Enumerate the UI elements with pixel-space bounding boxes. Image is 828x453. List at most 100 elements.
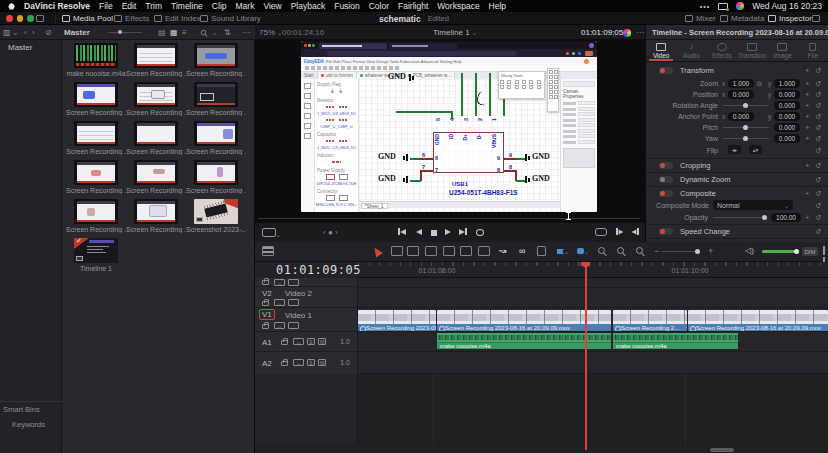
zoom-y-field[interactable]: 1.000 — [774, 79, 800, 88]
menu-help[interactable]: Help — [489, 1, 506, 11]
timeline-clip-v1-4[interactable]: Screen Recording 2023-08-16 at 20.09.09.… — [688, 310, 828, 331]
tab-transition[interactable]: Transition — [737, 40, 767, 61]
anchor-y-field[interactable]: 0.000 — [774, 112, 800, 121]
opacity-reset-icon[interactable]: ↺ — [815, 212, 821, 223]
media-item[interactable]: Screen Recording ... — [66, 199, 126, 233]
tab-file[interactable]: File — [798, 40, 828, 61]
media-item[interactable]: Screenshot 2023-... — [186, 199, 246, 233]
dynamic-zoom-section[interactable]: Dynamic Zoom ↺ — [646, 173, 828, 186]
go-to-end-button[interactable] — [459, 228, 467, 238]
zoom-x-field[interactable]: 1.000 — [728, 79, 754, 88]
step-back-button[interactable] — [416, 228, 422, 238]
inspector-more-icon[interactable]: ⋯ — [817, 28, 825, 37]
selection-tool-icon[interactable] — [373, 247, 381, 258]
zoom-in-icon[interactable]: + — [708, 246, 713, 256]
insert-clip-icon[interactable] — [443, 246, 455, 258]
media-item[interactable]: Screen Recording ... — [186, 82, 246, 116]
position-reset-icon[interactable]: ↺ — [815, 89, 821, 100]
media-item[interactable]: Screen Recording ... — [186, 43, 246, 77]
media-item[interactable]: Screen Recording ... — [66, 82, 126, 116]
anchor-keyframe-icon[interactable]: + — [805, 111, 810, 122]
thumb-size-slider[interactable] — [108, 32, 142, 33]
speed-change-toggle[interactable] — [659, 228, 673, 235]
media-item[interactable]: Screen Recording ... — [126, 43, 186, 77]
zoom-keyframe-icon[interactable]: + — [805, 78, 810, 89]
cropping-section[interactable]: Cropping + ↺ — [646, 159, 828, 172]
zoom-link-icon[interactable]: ⧉ — [757, 78, 762, 89]
speed-change-reset-icon[interactable]: ↺ — [815, 225, 821, 238]
back-icon[interactable]: ‹ — [24, 28, 27, 37]
menu-clip[interactable]: Clip — [212, 1, 227, 11]
menu-color[interactable]: Color — [369, 1, 389, 11]
loop-button[interactable] — [476, 229, 484, 239]
media-item[interactable]: ✓ Timeline 1 — [66, 238, 126, 272]
list-view-icon[interactable]: ≡ — [182, 28, 187, 37]
media-item[interactable]: Screen Recording ... — [126, 82, 186, 116]
zoom-reset-icon[interactable]: ↺ — [815, 78, 821, 89]
yaw-reset-icon[interactable]: ↺ — [815, 133, 821, 144]
keywords-label[interactable]: Keywords — [0, 414, 62, 429]
rotation-keyframe-icon[interactable]: + — [805, 100, 810, 111]
marker-icon[interactable]: ⌄ — [577, 246, 589, 256]
menu-fusion[interactable]: Fusion — [334, 1, 360, 11]
timeline-audio-clip-2[interactable]: make noooise.m4a — [613, 333, 738, 349]
cropping-reset-icon[interactable]: ↺ — [815, 159, 821, 172]
menu-view[interactable]: View — [263, 1, 281, 11]
media-item[interactable]: Screen Recording ... — [66, 121, 126, 155]
viewer-scrub-bar[interactable] — [258, 218, 640, 219]
zoom-out-icon[interactable]: − — [654, 246, 659, 256]
trim-edit-icon[interactable] — [391, 246, 403, 258]
tab-audio[interactable]: ♪Audio — [676, 40, 706, 61]
composite-mode-reset-icon[interactable]: ↺ — [815, 200, 821, 211]
yaw-field[interactable]: 0.000 — [774, 134, 800, 143]
layout-icon[interactable] — [812, 12, 820, 25]
track-v2-lane[interactable] — [358, 288, 828, 308]
sort-icon[interactable]: ⇅ — [224, 28, 231, 37]
flip-reset-icon[interactable]: ↺ — [815, 144, 821, 156]
track-header-a1[interactable]: A1 ↔ S M 1.0 — [255, 332, 358, 352]
zoom-full-icon[interactable] — [598, 246, 605, 256]
thumbnail-view-icon[interactable]: ▦ — [170, 28, 178, 37]
search-chevron-icon[interactable]: ⌄ — [211, 28, 218, 37]
pitch-reset-icon[interactable]: ↺ — [815, 122, 821, 133]
track-header-a2[interactable]: A2 ↔ S M 1.0 — [255, 352, 358, 374]
rotation-reset-icon[interactable]: ↺ — [815, 100, 821, 111]
overwrite-clip-icon[interactable] — [460, 246, 472, 258]
track-a2-lane[interactable] — [358, 352, 828, 374]
transform-reset-icon[interactable]: ↺ — [815, 64, 821, 77]
menu-workspace[interactable]: Workspace — [437, 1, 479, 11]
inspector-button[interactable]: Inspector — [768, 12, 812, 25]
anchor-x-field[interactable]: 0.000 — [728, 112, 754, 121]
tab-effects[interactable]: Effects — [707, 40, 737, 61]
position-x-field[interactable]: 0.000 — [728, 90, 754, 99]
pitch-keyframe-icon[interactable]: + — [805, 122, 810, 133]
transform-add-keyframe-icon[interactable]: + — [805, 64, 810, 77]
flip-vertical-button[interactable]: ▴▾ — [749, 145, 762, 154]
dynamic-trim-icon[interactable] — [407, 246, 419, 258]
replace-clip-icon[interactable] — [478, 246, 490, 258]
transform-toggle[interactable] — [659, 67, 673, 74]
match-frame-icon[interactable] — [595, 228, 607, 239]
composite-section[interactable]: Composite + ↺ — [646, 187, 828, 200]
blade-tool-icon[interactable] — [425, 246, 437, 258]
mixer-button[interactable]: Mixer — [685, 12, 716, 25]
track-header-v2[interactable]: V2 Video 2 ↔ — [255, 288, 358, 308]
position-keyframe-icon[interactable]: + — [805, 89, 810, 100]
apple-menu-icon[interactable] — [8, 2, 15, 10]
menu-file[interactable]: File — [99, 1, 113, 11]
audio-level-slider[interactable] — [762, 250, 797, 253]
track-header-v1[interactable]: V1 Video 1 ↔ — [255, 308, 358, 332]
composite-add-icon[interactable]: + — [805, 187, 810, 200]
yaw-keyframe-icon[interactable]: + — [805, 133, 810, 144]
opacity-field[interactable]: 100.00 — [771, 213, 801, 222]
composite-reset-icon[interactable]: ↺ — [815, 187, 821, 200]
rotation-field[interactable]: 0.000 — [774, 101, 800, 110]
pitch-field[interactable]: 0.000 — [774, 123, 800, 132]
thumb-size-handle[interactable] — [118, 30, 122, 34]
opacity-keyframe-icon[interactable]: + — [805, 212, 810, 223]
opacity-slider[interactable] — [713, 217, 764, 218]
track-v3-lane[interactable] — [358, 278, 828, 288]
flag-icon[interactable]: ⌄ — [557, 246, 569, 256]
retime-icon[interactable]: ↝ — [499, 246, 507, 256]
search-icon[interactable] — [200, 29, 207, 38]
